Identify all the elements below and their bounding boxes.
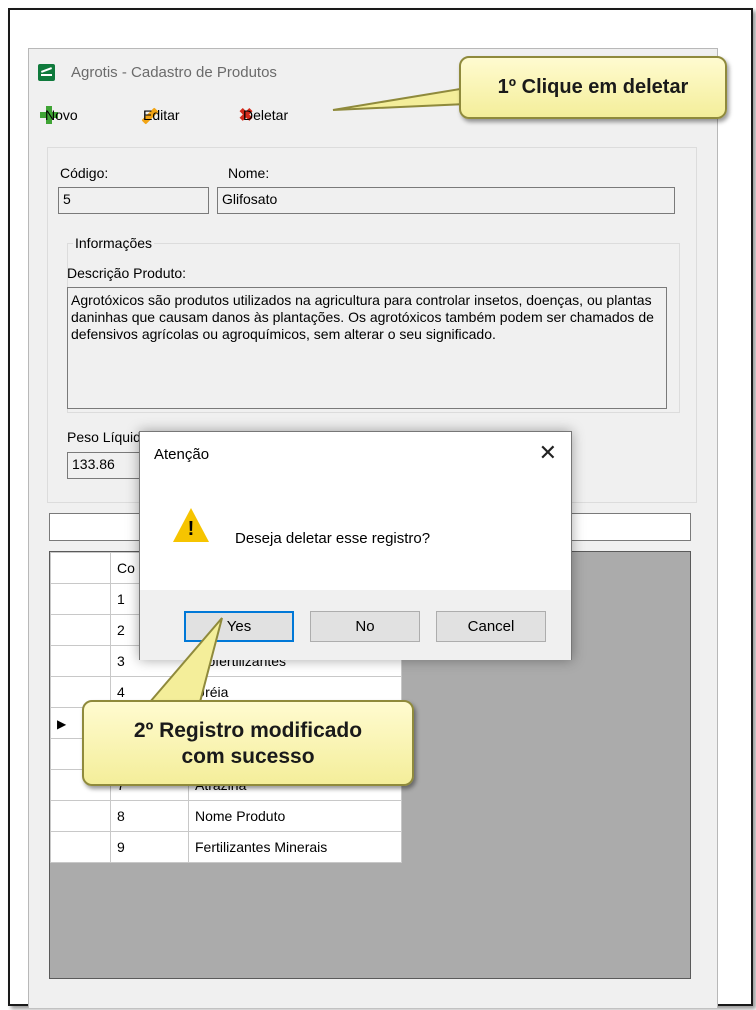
callout-step1: 1º Clique em deletar xyxy=(459,56,727,119)
editar-label: Editar xyxy=(143,107,180,123)
row-selector[interactable] xyxy=(50,831,111,863)
codigo-field[interactable]: 5 xyxy=(58,187,209,214)
row-selector[interactable] xyxy=(50,583,111,615)
window-title: Agrotis - Cadastro de Produtos xyxy=(71,64,277,81)
info-group-title: Informações xyxy=(73,235,155,251)
descricao-field[interactable]: Agrotóxicos são produtos utilizados na a… xyxy=(67,287,667,409)
deletar-label: Deletar xyxy=(243,107,289,123)
cancel-button[interactable]: Cancel xyxy=(436,611,546,642)
table-row[interactable]: 8 Nome Produto xyxy=(50,800,402,832)
warning-exclamation-icon: ! xyxy=(187,518,195,540)
deletar-button[interactable]: ✖ Deletar xyxy=(237,101,288,129)
confirm-dialog: Atenção ✕ ! Deseja deletar esse registro… xyxy=(139,431,572,660)
codigo-label: Código: xyxy=(60,165,109,181)
row-selector[interactable] xyxy=(50,614,111,646)
cell-codigo[interactable]: 9 xyxy=(110,831,189,863)
no-button[interactable]: No xyxy=(310,611,420,642)
nome-field[interactable]: Glifosato xyxy=(217,187,675,214)
current-row-arrow-icon: ▶ xyxy=(57,717,67,731)
dialog-message: Deseja deletar esse registro? xyxy=(235,530,431,547)
cell-codigo[interactable]: 8 xyxy=(110,800,189,832)
app-logo-icon xyxy=(38,64,55,81)
callout-step2-line1: 2º Registro modificado xyxy=(133,719,363,742)
nome-label: Nome: xyxy=(228,165,270,181)
novo-label: Novo xyxy=(45,107,78,123)
dialog-title: Atenção xyxy=(154,446,210,463)
table-row[interactable]: 9 Fertilizantes Minerais xyxy=(50,831,402,863)
row-selector[interactable] xyxy=(50,800,111,832)
row-selector-header[interactable] xyxy=(50,552,111,584)
editar-button[interactable]: Editar xyxy=(137,101,180,129)
novo-button[interactable]: Novo xyxy=(39,101,78,129)
close-icon[interactable]: ✕ xyxy=(539,440,557,466)
callout-step2-line2: com sucesso xyxy=(181,745,315,768)
cell-nome[interactable]: Nome Produto xyxy=(188,800,402,832)
cell-nome[interactable]: Fertilizantes Minerais xyxy=(188,831,402,863)
row-selector[interactable] xyxy=(50,645,111,677)
yes-button[interactable]: Yes xyxy=(184,611,294,642)
callout-step2: 2º Registro modificado com sucesso xyxy=(82,700,414,786)
descricao-label: Descrição Produto: xyxy=(67,265,187,281)
